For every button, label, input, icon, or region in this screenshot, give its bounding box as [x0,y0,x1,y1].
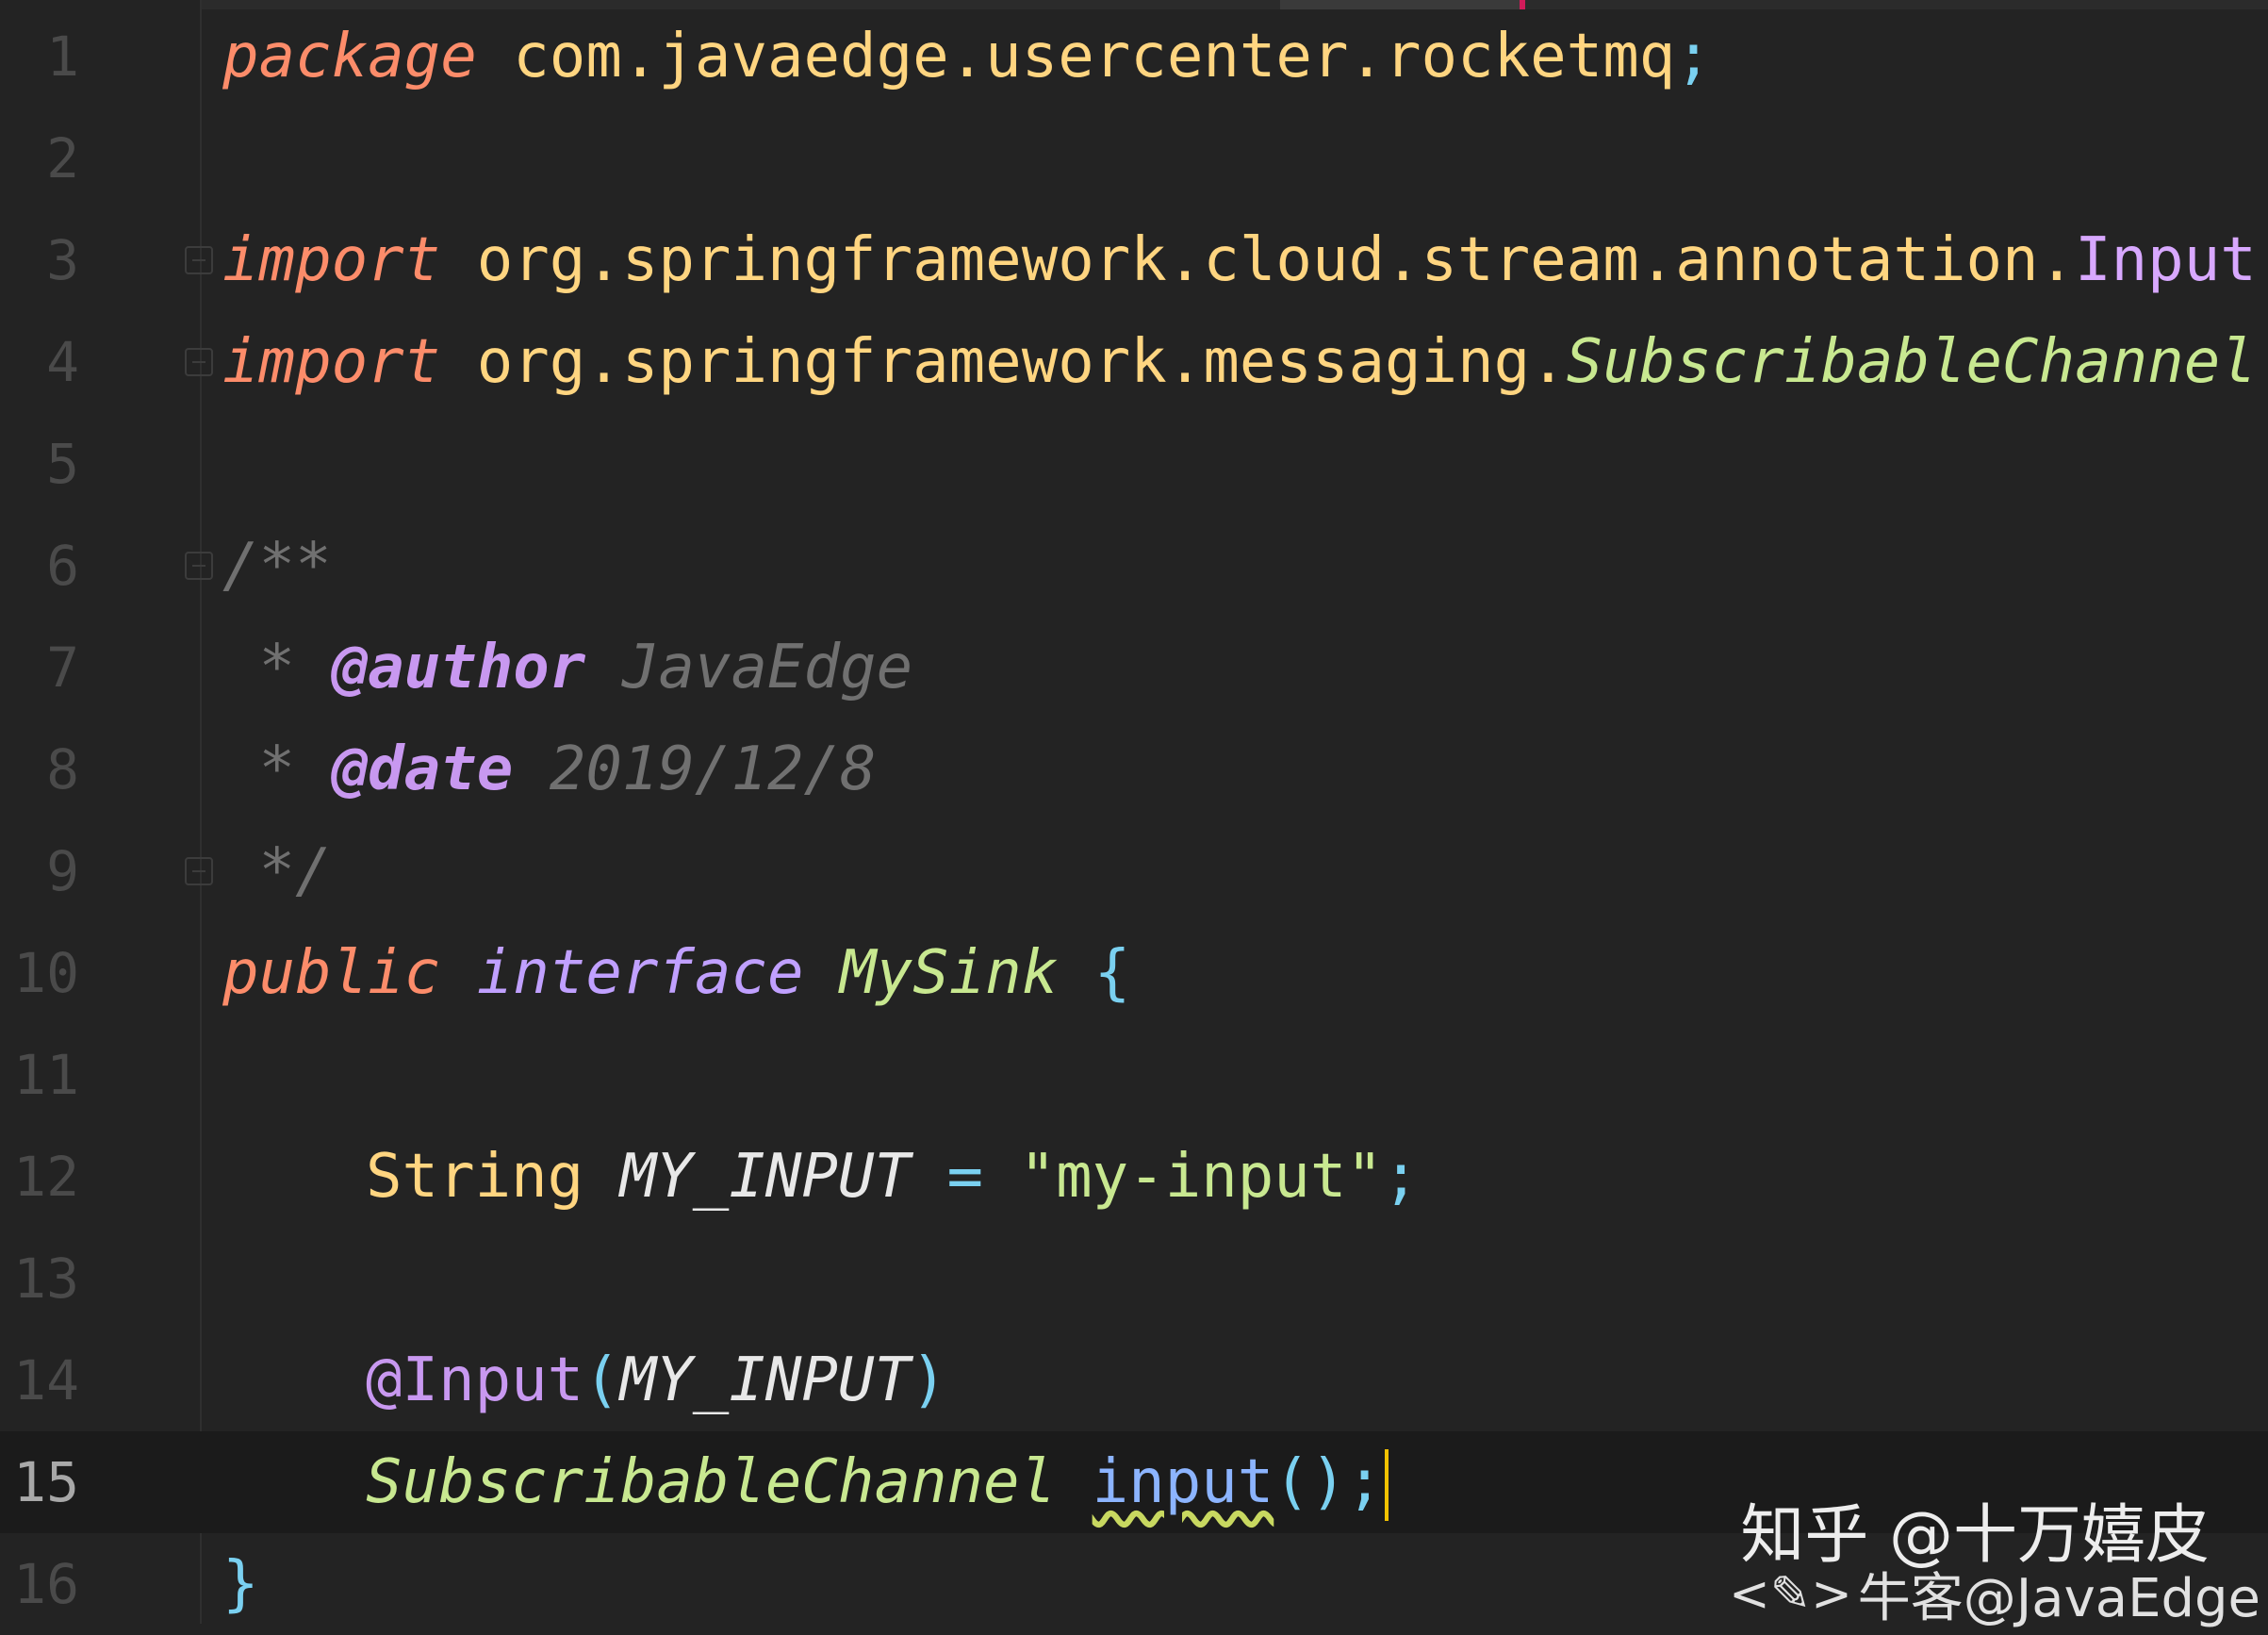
code-text[interactable]: package com.javaedge.usercenter.rocketmq… [222,6,1712,107]
line-number: 1 [46,25,79,89]
line-number: 16 [13,1552,79,1616]
code-line[interactable]: 14 @Input(MY_INPUT) [0,1329,2268,1431]
code-token: @author [331,633,586,702]
code-token: ; [1382,1142,1420,1212]
code-text[interactable]: * @date 2019/12/8 [222,718,877,820]
line-number: 4 [46,330,79,394]
code-token: ; [2257,225,2268,295]
fold-toggle-icon[interactable] [185,348,213,376]
code-text[interactable]: @Input(MY_INPUT) [222,1329,947,1431]
code-text[interactable]: /** [222,515,332,617]
code-token: "my-input" [1019,1142,1383,1212]
code-token: org.springframework.cloud.stream.annotat… [440,225,2076,295]
code-token: ) [910,1346,947,1415]
line-number: 3 [46,228,79,292]
line-number: 6 [46,534,79,598]
code-token: (); [1274,1447,1383,1517]
code-token: import [222,327,441,397]
code-token: public [222,938,441,1008]
code-line[interactable]: 7 * @author JavaEdge [0,617,2268,718]
code-line[interactable]: 13 [0,1228,2268,1329]
code-token: ( [583,1346,620,1415]
nowcoder-watermark: <✎> 牛客@JavaEdge [1729,1556,2260,1632]
code-token: * [222,633,332,702]
code-token: { [1093,938,1131,1008]
line-number: 5 [46,432,79,496]
code-token: ; [1675,22,1712,91]
code-line[interactable]: 2 [0,107,2268,209]
code-text[interactable]: import org.springframework.cloud.stream.… [222,209,2268,311]
code-line[interactable]: 3 import org.springframework.cloud.stream… [0,209,2268,311]
code-token: Input [2075,225,2257,295]
code-line[interactable]: 6 /** [0,515,2268,617]
code-token: @Input [366,1346,584,1415]
fold-toggle-icon[interactable] [185,246,213,274]
code-line[interactable]: 4 import org.springframework.messaging.Su… [0,311,2268,413]
code-text[interactable]: SubscribableChannel input(); [222,1431,1389,1533]
fold-toggle-icon[interactable] [185,552,213,580]
code-line[interactable]: 12 String MY_INPUT = "my-input"; [0,1126,2268,1228]
nowcoder-watermark-text: 牛客@JavaEdge [1857,1568,2260,1629]
line-number: 11 [13,1043,79,1107]
code-token: SubscribableChannel [366,1447,1057,1517]
code-token: @date [331,735,514,804]
line-number: 8 [46,737,79,801]
code-line[interactable]: 1 package com.javaedge.usercenter.rocketm… [0,6,2268,107]
code-token: interface [476,938,804,1008]
code-line[interactable]: 11 [0,1024,2268,1126]
code-line[interactable]: 8 * @date 2019/12/8 [0,718,2268,820]
code-text[interactable]: String MY_INPUT = "my-input"; [222,1126,1419,1228]
line-number: 15 [13,1450,79,1514]
line-number: 12 [13,1145,79,1209]
code-token: } [222,1549,259,1619]
code-token: JavaEdge [585,633,913,702]
code-line[interactable]: 9 */ [0,820,2268,922]
text-cursor [1384,1449,1389,1522]
code-token: = [946,1142,984,1212]
code-editor[interactable]: 1 package com.javaedge.usercenter.rocketm… [0,0,2268,1624]
code-token: SubscribableChannel [1566,327,2257,397]
fold-toggle-icon[interactable] [185,857,213,885]
line-number: 10 [13,941,79,1005]
code-token: com.javaedge.usercenter.rocketmq [476,22,1676,91]
code-line[interactable]: 5 [0,413,2268,515]
line-number: 13 [13,1247,79,1311]
code-text[interactable]: */ [222,820,332,922]
code-line[interactable]: 10 public interface MySink { [0,922,2268,1024]
code-token: ; [2257,327,2268,397]
code-token: package [222,22,477,91]
code-token: */ [222,836,332,906]
code-text[interactable]: } [222,1533,259,1635]
line-number: 2 [46,126,79,190]
code-token: /** [222,531,332,601]
code-token: input [1092,1447,1274,1517]
code-token: MY_INPUT [619,1346,911,1415]
code-token: import [222,225,441,295]
edit-icon: <✎> [1729,1565,1852,1623]
code-text[interactable]: * @author JavaEdge [222,617,913,718]
code-token: MySink [840,938,1059,1008]
line-number: 14 [13,1348,79,1412]
code-text[interactable]: public interface MySink { [222,922,1130,1024]
line-number: 7 [46,636,79,700]
code-token: * [222,735,332,804]
line-number: 9 [46,839,79,903]
code-token: MY_INPUT [619,1142,911,1212]
code-token: String [366,1142,584,1212]
code-token: org.springframework.messaging. [440,327,1567,397]
code-token: 2019/12/8 [513,735,877,804]
code-text[interactable]: import org.springframework.messaging.Sub… [222,311,2268,413]
